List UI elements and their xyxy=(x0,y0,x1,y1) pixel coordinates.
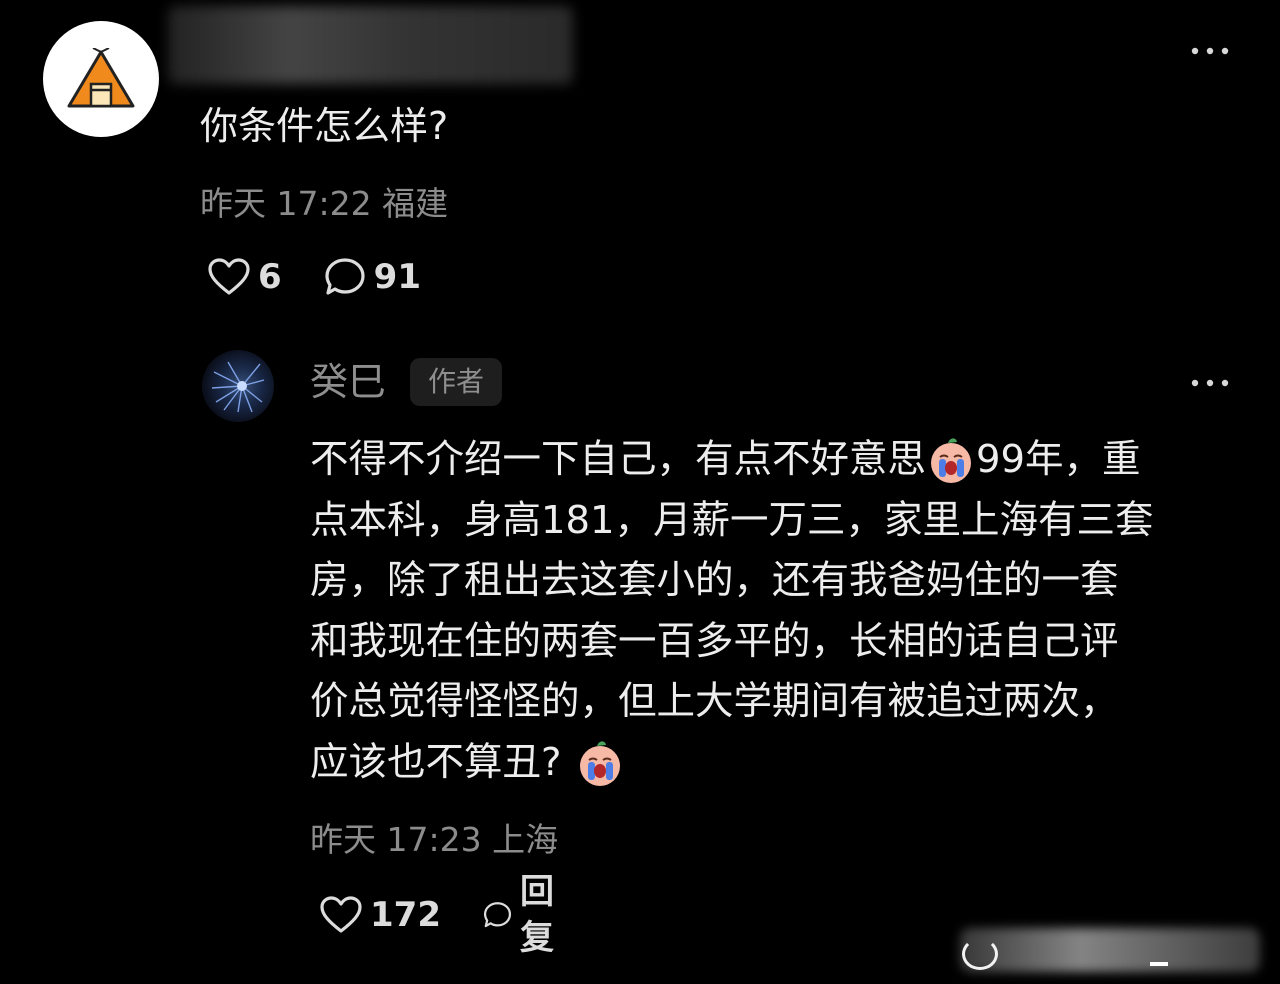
reply-text-line: 点本科，身高181，月薪一万三，家里上海有三套 xyxy=(310,497,1154,543)
comment-actions: 6 91 xyxy=(208,254,421,300)
tent-icon[interactable] xyxy=(43,21,159,137)
dark-blue-abstract-avatar xyxy=(211,361,265,413)
reply-label: 回复 xyxy=(520,872,554,958)
crying-face-emoji xyxy=(580,741,621,786)
reply-location: 上海 xyxy=(492,820,559,859)
reply-text-line: 价总觉得怪怪的，但上大学期间有被追过两次， xyxy=(310,679,1119,724)
speech-bubble-icon xyxy=(483,902,512,928)
reply-text-line: 房，除了租出去这套小的，还有我爸妈住的一套 xyxy=(310,558,1119,603)
watermark xyxy=(960,928,1260,972)
heart-outline-icon xyxy=(320,896,362,933)
comment-location: 福建 xyxy=(382,184,449,223)
watermark-logo-icon xyxy=(962,938,998,970)
crying-face-emoji xyxy=(931,438,972,484)
comment-meta: 昨天 17:22 福建 xyxy=(200,180,448,228)
more-dots-icon[interactable] xyxy=(1190,370,1234,390)
username-blurred xyxy=(168,6,573,84)
username[interactable]: 癸巳 xyxy=(310,354,386,410)
reply-time: 昨天 17:23 xyxy=(310,820,482,859)
watermark-bar xyxy=(1150,962,1168,966)
reply-meta: 昨天 17:23 上海 xyxy=(310,816,558,864)
reply-count-button[interactable]: 91 xyxy=(324,254,421,300)
user-avatar[interactable] xyxy=(202,350,274,422)
reply-text-segment: 不得不介绍一下自己，有点不好意思 xyxy=(310,437,927,482)
heart-outline-icon xyxy=(208,258,250,295)
like-button[interactable]: 172 xyxy=(320,892,441,938)
reply-text-segment: 应该也不算丑? xyxy=(310,739,562,785)
speech-bubble-icon xyxy=(325,258,365,295)
like-count: 172 xyxy=(370,895,441,935)
like-button[interactable]: 6 xyxy=(208,254,282,300)
author-badge: 作者 xyxy=(410,358,503,406)
reply-text-segment: 99年，重 xyxy=(976,437,1141,482)
reply-text: 不得不介绍一下自己，有点不好意思 99年，重 点本科，身高181，月薪一万三，家… xyxy=(310,430,1250,793)
reply-actions: 172 回复 xyxy=(320,872,567,958)
reply-count: 91 xyxy=(373,257,421,297)
like-count: 6 xyxy=(258,257,282,297)
reply-text-line: 和我现在住的两套一百多平的，长相的话自己评 xyxy=(310,618,1119,664)
reply-button[interactable]: 回复 xyxy=(483,869,567,961)
reply-text-line: 不得不介绍一下自己，有点不好意思 99年，重 xyxy=(310,430,1250,491)
tent-logo-svg xyxy=(67,48,135,108)
reply-text-line: 应该也不算丑? xyxy=(310,733,1250,794)
comment-text: 你条件怎么样? xyxy=(200,104,449,148)
comment-time: 昨天 17:22 xyxy=(200,184,372,223)
more-dots-icon[interactable] xyxy=(1190,38,1234,58)
